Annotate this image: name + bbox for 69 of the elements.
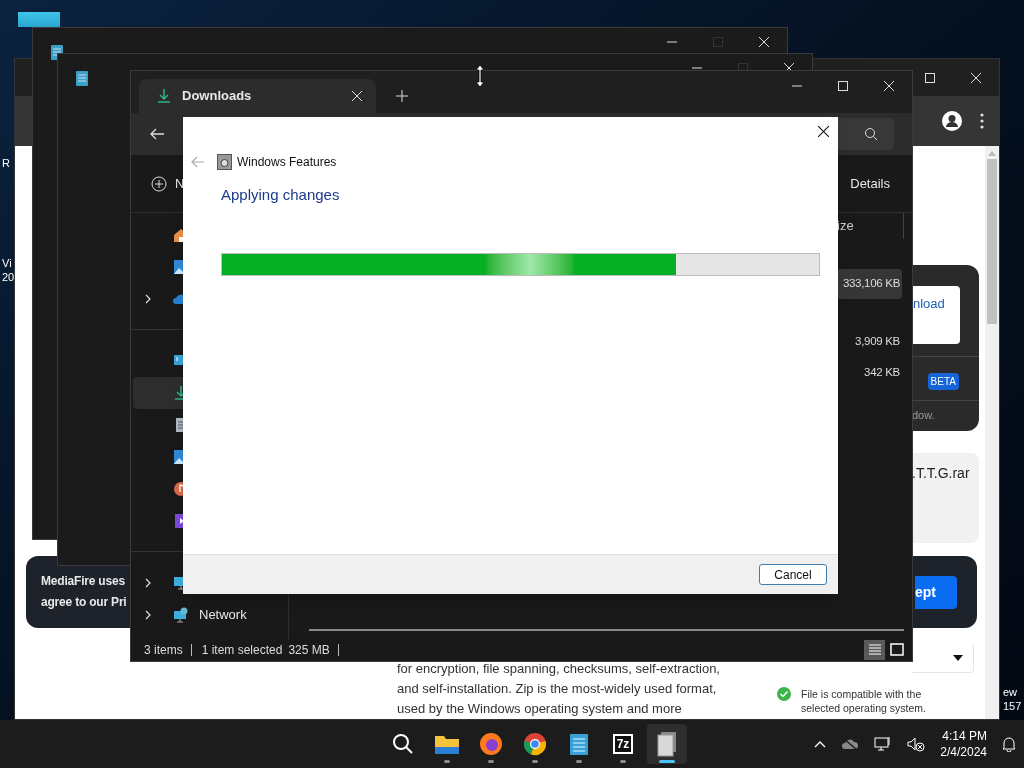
chevron-icon[interactable] — [144, 578, 152, 588]
clock[interactable]: 4:14 PM 2/4/2024 — [940, 728, 987, 760]
desktop-label: Vi — [2, 256, 13, 270]
taskbar-app[interactable] — [647, 724, 687, 764]
back-arrow-icon[interactable] — [149, 126, 165, 142]
selection-info: 1 item selected — [200, 642, 284, 659]
os-dropdown[interactable] — [912, 643, 974, 673]
description-line: and self-installation. Zip is the most-widely used format, — [397, 680, 717, 698]
download-icon — [156, 88, 172, 104]
chevron-icon[interactable] — [144, 610, 152, 620]
notepad-icon — [76, 70, 88, 86]
tile-view-icon — [889, 643, 904, 657]
plus-circle-icon — [151, 175, 167, 192]
hint-text: dow. — [912, 408, 935, 423]
chevron-up-icon[interactable] — [814, 740, 827, 748]
taskbar-app[interactable]: 7z — [603, 724, 643, 764]
cookie-text: agree to our Pri — [41, 594, 127, 611]
file-name: .T.T.G.rar — [912, 465, 970, 481]
resize-cursor-icon — [475, 64, 485, 88]
plus-icon[interactable] — [396, 90, 408, 102]
search-icon[interactable] — [392, 733, 414, 755]
beta-badge: BETA — [927, 373, 959, 390]
file-size: 342 KB — [864, 365, 900, 381]
cookie-text: MediaFire uses — [41, 573, 126, 590]
archive-app-logo: 7z — [612, 734, 634, 754]
more-menu-icon[interactable] — [980, 113, 984, 129]
horizontal-scrollbar[interactable] — [309, 629, 904, 631]
desktop-label: 20 — [2, 270, 15, 284]
notepad-icon[interactable] — [569, 732, 589, 756]
tab-label: Downloads — [182, 87, 253, 106]
cloud-off-icon[interactable] — [841, 737, 860, 751]
search-icon — [864, 127, 878, 141]
cancel-button[interactable]: Cancel — [759, 564, 827, 585]
download-button[interactable]: nload — [913, 286, 960, 344]
caret-icon — [953, 654, 963, 661]
compatibility-note: File is compatible with the selected operating system. — [801, 687, 927, 715]
details-button[interactable]: Details — [850, 173, 890, 194]
tab[interactable]: Downloads — [139, 79, 376, 113]
description-line: for encryption, file spanning, checksums, self-extraction, — [397, 660, 720, 678]
description-line: used by the Windows operating system and more — [397, 700, 682, 718]
network-icon[interactable] — [874, 736, 893, 752]
new-button[interactable]: N — [151, 173, 185, 194]
document-stack-icon[interactable] — [656, 731, 678, 757]
close-icon[interactable] — [818, 125, 829, 137]
desktop-label: 157 — [1003, 699, 1022, 713]
network-icon — [173, 607, 189, 623]
dialog-heading: Applying changes — [221, 185, 341, 205]
folder-icon[interactable] — [434, 733, 460, 755]
nav-item[interactable]: Network — [133, 599, 286, 631]
accept-button[interactable]: ept — [915, 575, 957, 609]
gear-window-icon — [217, 154, 232, 170]
desktop-label: R — [2, 156, 10, 171]
chrome-icon[interactable] — [523, 732, 547, 756]
speaker-muted-icon[interactable] — [907, 736, 926, 752]
item-count: 3 items — [144, 644, 192, 656]
nav-label: Network — [199, 606, 247, 625]
file-size: 333,106 KB — [842, 276, 900, 292]
desktop-label: ew — [1003, 685, 1019, 699]
selection-size: 325 MB — [288, 644, 339, 656]
vertical-scrollbar[interactable] — [985, 146, 999, 719]
scroll-up-icon — [988, 151, 996, 156]
file-size: 3,909 KB — [855, 334, 900, 350]
chevron-icon[interactable] — [144, 294, 152, 304]
list-view-icon — [867, 643, 882, 657]
profile-icon[interactable] — [942, 111, 962, 131]
bell-icon[interactable] — [1002, 736, 1016, 752]
dialog-title: Windows Features — [237, 154, 337, 171]
scrollbar-thumb[interactable] — [987, 159, 997, 324]
check-circle-icon — [777, 687, 791, 701]
